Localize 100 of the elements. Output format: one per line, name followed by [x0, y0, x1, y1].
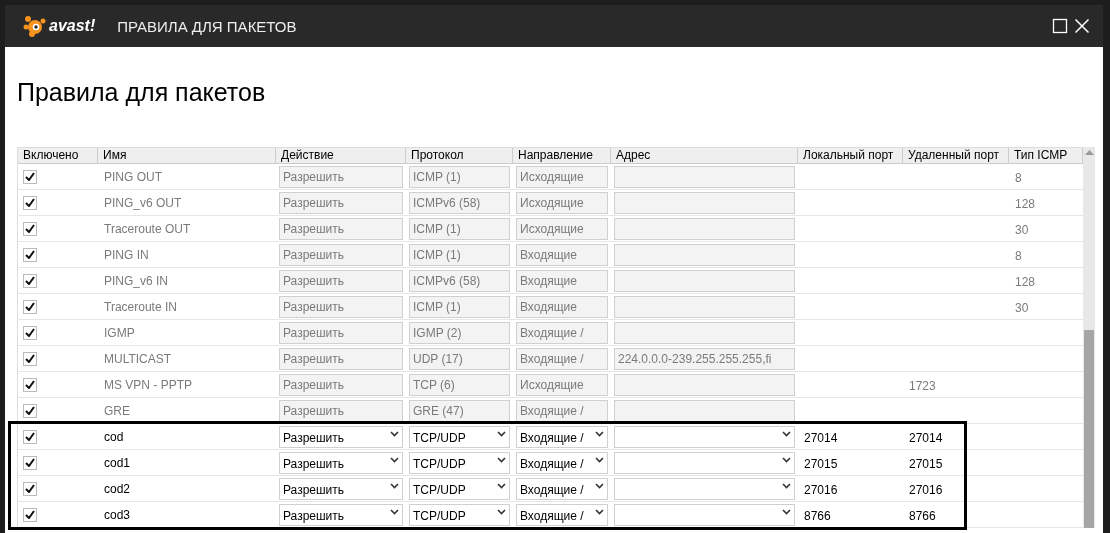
column-header[interactable]: Имя [98, 148, 276, 163]
logo-text: avast! [49, 17, 96, 35]
address-field[interactable] [614, 425, 795, 448]
protocol-dropdown[interactable]: ICMPv6 (58) [409, 191, 510, 214]
address-field[interactable] [614, 373, 795, 396]
action-dropdown[interactable]: Разрешить [279, 503, 403, 526]
protocol-dropdown[interactable]: TCP/UDP [409, 425, 510, 448]
action-dropdown[interactable]: Разрешить [279, 347, 403, 370]
rule-name: cod2 [103, 481, 132, 496]
action-dropdown[interactable]: Разрешить [279, 269, 403, 292]
direction-dropdown[interactable]: Входящие [516, 243, 608, 266]
direction-dropdown[interactable]: Входящие / [516, 451, 608, 474]
checkbox[interactable] [23, 195, 37, 210]
rule-name: cod1 [103, 455, 132, 470]
table-row[interactable]: MS VPN - PPTP Разрешить TCP (6) Исходящие 1723 [18, 372, 1083, 398]
column-header[interactable]: Действие [276, 148, 406, 163]
protocol-dropdown[interactable]: TCP (6) [409, 373, 510, 396]
action-dropdown[interactable]: Разрешить [279, 295, 403, 318]
address-field[interactable] [614, 217, 795, 240]
protocol-dropdown[interactable]: ICMP (1) [409, 165, 510, 188]
scrollbar[interactable] [1083, 147, 1095, 528]
column-header[interactable]: Удаленный порт [903, 148, 1009, 163]
direction-dropdown[interactable]: Исходящие [516, 373, 608, 396]
protocol-dropdown[interactable]: UDP (17) [409, 347, 510, 370]
column-header[interactable]: Протокол [406, 148, 513, 163]
protocol-dropdown[interactable]: TCP/UDP [409, 451, 510, 474]
address-field[interactable] [614, 165, 795, 188]
action-dropdown[interactable]: Разрешить [279, 191, 403, 214]
table-row[interactable]: MULTICAST Разрешить UDP (17) Входящие / 224.0.0.0-239.255.255.255,fi [18, 346, 1083, 372]
checkbox[interactable] [23, 481, 37, 496]
action-dropdown[interactable]: Разрешить [279, 425, 403, 448]
checkbox[interactable] [23, 299, 37, 314]
action-dropdown[interactable]: Разрешить [279, 243, 403, 266]
table-row[interactable]: PING OUT Разрешить ICMP (1) Исходящие 8 [18, 164, 1083, 190]
protocol-dropdown[interactable]: TCP/UDP [409, 503, 510, 526]
checkbox[interactable] [23, 377, 37, 392]
address-field[interactable] [614, 243, 795, 266]
checkbox[interactable] [23, 507, 37, 522]
direction-dropdown[interactable]: Исходящие [516, 217, 608, 240]
table-cell-text: 8 [1014, 170, 1022, 185]
address-field[interactable] [614, 321, 795, 344]
protocol-dropdown[interactable]: IGMP (2) [409, 321, 510, 344]
action-dropdown[interactable]: Разрешить [279, 165, 403, 188]
direction-dropdown[interactable]: Входящие / [516, 477, 608, 500]
checkbox[interactable] [23, 455, 37, 470]
address-field[interactable] [614, 191, 795, 214]
action-dropdown[interactable]: Разрешить [279, 477, 403, 500]
action-dropdown[interactable]: Разрешить [279, 217, 403, 240]
action-dropdown[interactable]: Разрешить [279, 451, 403, 474]
direction-dropdown[interactable]: Входящие / [516, 425, 608, 448]
direction-dropdown[interactable]: Входящие / [516, 503, 608, 526]
table-cell-text: 8766 [803, 508, 831, 523]
table-row[interactable]: cod1 Разрешить TCP/UDP Входящие / 27015 27015 [18, 450, 1083, 476]
protocol-dropdown[interactable]: TCP/UDP [409, 477, 510, 500]
checkbox[interactable] [23, 325, 37, 340]
address-field[interactable] [614, 451, 795, 474]
table-row[interactable]: PING_v6 OUT Разрешить ICMPv6 (58) Исходящие 128 [18, 190, 1083, 216]
checkbox[interactable] [23, 403, 37, 418]
address-field[interactable]: 224.0.0.0-239.255.255.255,fi [614, 347, 795, 370]
table-row[interactable]: PING_v6 IN Разрешить ICMPv6 (58) Входящие 128 [18, 268, 1083, 294]
dropdown-caret-icon [497, 508, 506, 515]
checkbox[interactable] [23, 247, 37, 262]
address-field[interactable] [614, 295, 795, 318]
protocol-dropdown[interactable]: ICMP (1) [409, 243, 510, 266]
checkbox[interactable] [23, 429, 37, 444]
table-row[interactable]: PING IN Разрешить ICMP (1) Входящие 8 [18, 242, 1083, 268]
rule-name: cod3 [103, 507, 132, 522]
direction-dropdown[interactable]: Входящие / [516, 399, 608, 422]
direction-dropdown[interactable]: Исходящие [516, 165, 608, 188]
protocol-dropdown[interactable]: ICMPv6 (58) [409, 269, 510, 292]
address-field[interactable] [614, 503, 795, 526]
action-dropdown[interactable]: Разрешить [279, 321, 403, 344]
direction-dropdown[interactable]: Входящие [516, 295, 608, 318]
checkbox[interactable] [23, 273, 37, 288]
action-dropdown[interactable]: Разрешить [279, 373, 403, 396]
action-dropdown[interactable]: Разрешить [279, 399, 403, 422]
direction-dropdown[interactable]: Исходящие [516, 191, 608, 214]
checkbox[interactable] [23, 169, 37, 184]
address-field[interactable] [614, 477, 795, 500]
protocol-dropdown[interactable]: ICMP (1) [409, 295, 510, 318]
table-row[interactable]: GRE Разрешить GRE (47) Входящие / [18, 398, 1083, 424]
protocol-dropdown[interactable]: GRE (47) [409, 399, 510, 422]
table-row[interactable]: Traceroute OUT Разрешить ICMP (1) Исходящие 30 [18, 216, 1083, 242]
rule-name: PING IN [103, 247, 150, 262]
checkbox[interactable] [23, 351, 37, 366]
address-field[interactable] [614, 399, 795, 422]
table-row[interactable]: cod2 Разрешить TCP/UDP Входящие / 27016 27016 [18, 476, 1083, 502]
column-header[interactable]: Адрес [611, 148, 798, 163]
protocol-dropdown[interactable]: ICMP (1) [409, 217, 510, 240]
direction-dropdown[interactable]: Входящие [516, 269, 608, 292]
scrollbar-thumb[interactable] [1084, 330, 1094, 528]
direction-dropdown[interactable]: Входящие / [516, 347, 608, 370]
column-header[interactable]: Направление [513, 148, 611, 163]
checkbox[interactable] [23, 221, 37, 236]
table-row[interactable]: Traceroute IN Разрешить ICMP (1) Входящие 30 [18, 294, 1083, 320]
column-header[interactable]: Локальный порт [798, 148, 903, 163]
address-field[interactable] [614, 269, 795, 292]
direction-dropdown[interactable]: Входящие / [516, 321, 608, 344]
table-row[interactable]: IGMP Разрешить IGMP (2) Входящие / [18, 320, 1083, 346]
column-header[interactable]: Включено [18, 148, 98, 163]
